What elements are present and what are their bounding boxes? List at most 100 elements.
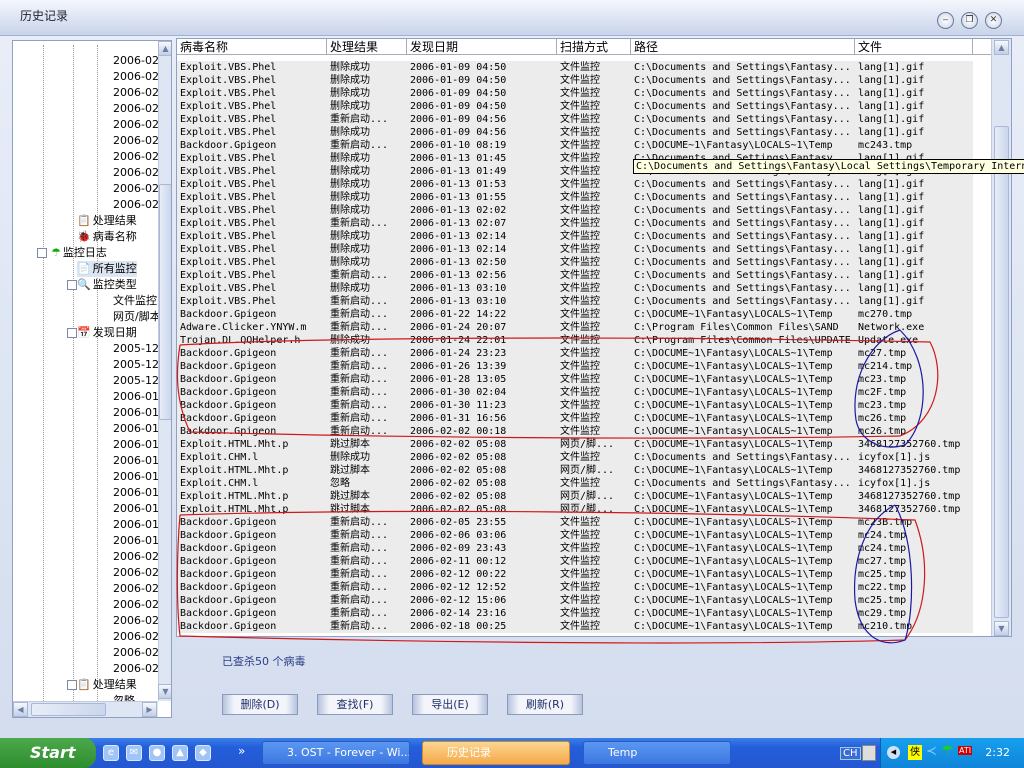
scroll-right-icon[interactable]: ▶ — [142, 702, 157, 717]
tree-node[interactable]: 2006-02 — [113, 597, 158, 613]
table-row[interactable]: Backdoor.Gpigeon 重新启动... 2006-01-30 11:23 文… — [177, 399, 973, 412]
tree-node[interactable]: 2006-01 — [113, 517, 158, 533]
table-row[interactable]: Backdoor.Gpigeon 重新启动... 2006-01-10 08:19 文… — [177, 139, 973, 152]
table-row[interactable]: Exploit.CHM.l 忽略 2006-02-02 05:08 文件监控 C:\Do… — [177, 477, 973, 490]
tree-node[interactable]: 2006-02 — [113, 197, 158, 213]
table-row[interactable]: Exploit.VBS.Phel 重新启动... 2006-01-13 02:07 文… — [177, 217, 973, 230]
export-button[interactable]: 导出(E) — [412, 694, 488, 715]
tree-node[interactable]: 2006-02 — [113, 181, 158, 197]
table-row[interactable]: Exploit.CHM.l 删除成功 2006-02-02 05:08 文件监控 C:\… — [177, 451, 973, 464]
tray-umbrella-icon[interactable]: ☂ — [941, 743, 954, 759]
task-history[interactable]: 历史记录 — [422, 741, 570, 765]
table-row[interactable]: Backdoor.Gpigeon 重新启动... 2006-02-18 00:25 文… — [177, 620, 973, 633]
tree-node[interactable]: 2006-02 — [113, 581, 158, 597]
table-row[interactable]: Exploit.VBS.Phel 删除成功 2006-01-09 04:50 文件监控… — [177, 61, 973, 74]
table-row[interactable]: Backdoor.Gpigeon 重新启动... 2006-02-12 12:52 文… — [177, 581, 973, 594]
tree-node[interactable]: 2006-02 — [113, 85, 158, 101]
tree-node[interactable]: 2006-02 — [113, 549, 158, 565]
table-row[interactable]: Backdoor.Gpigeon 重新启动... 2006-01-31 16:56 文… — [177, 412, 973, 425]
tree-vertical-scrollbar[interactable]: ▲ ▼ — [158, 41, 171, 701]
table-row[interactable]: Backdoor.Gpigeon 重新启动... 2006-01-26 13:39 文… — [177, 360, 973, 373]
close-button[interactable]: ✕ — [985, 12, 1002, 29]
task-ost-forever[interactable]: 3. OST - Forever - Wi... — [262, 741, 410, 765]
table-row[interactable]: Exploit.VBS.Phel 删除成功 2006-01-13 01:55 文件监控… — [177, 191, 973, 204]
table-row[interactable]: Exploit.VBS.Phel 删除成功 2006-01-13 03:10 文件监控… — [177, 282, 973, 295]
tree-horizontal-scrollbar[interactable]: ◀ ▶ — [13, 701, 158, 717]
table-row[interactable]: Exploit.VBS.Phel 删除成功 2006-01-13 02:02 文件监控… — [177, 204, 973, 217]
tree-node[interactable]: 2006-02 — [113, 565, 158, 581]
refresh-button[interactable]: 刷新(R) — [507, 694, 583, 715]
tree-node[interactable]: 🔍 监控类型 — [77, 277, 137, 293]
tree-node[interactable]: 2006-01 — [113, 501, 158, 517]
tree-node[interactable]: 2005-12 — [113, 373, 158, 389]
tree-node[interactable]: 2006-02 — [113, 629, 158, 645]
table-row[interactable]: Exploit.VBS.Phel 删除成功 2006-01-13 01:53 文件监控… — [177, 178, 973, 191]
column-header[interactable]: 病毒名称 — [177, 39, 327, 55]
tree-node[interactable]: 2006-02 — [113, 661, 158, 677]
table-row[interactable]: Exploit.VBS.Phel 重新启动... 2006-01-13 03:10 文… — [177, 295, 973, 308]
table-row[interactable]: Exploit.HTML.Mht.p 跳过脚本 2006-02-02 05:08 网页… — [177, 438, 973, 451]
tree-node[interactable]: 2005-12 — [113, 341, 158, 357]
tray-app-icon[interactable]: 侠 — [908, 745, 922, 760]
tree-node[interactable]: 2006-01 — [113, 533, 158, 549]
table-row[interactable]: Exploit.VBS.Phel 重新启动... 2006-01-09 04:56 文… — [177, 113, 973, 126]
tree-node[interactable]: ☂ 监控日志 — [51, 245, 107, 261]
scroll-left-icon[interactable]: ◀ — [13, 702, 28, 717]
tree-node[interactable]: 2006-02 — [113, 133, 158, 149]
collapse-toggle[interactable] — [67, 280, 77, 290]
collapse-toggle[interactable] — [67, 328, 77, 338]
ie-icon[interactable]: e — [103, 745, 119, 761]
tree-node[interactable]: 2006-02 — [113, 613, 158, 629]
tree-node[interactable]: 文件监控 — [113, 293, 157, 309]
tree-node[interactable]: 📋 处理结果 — [77, 677, 137, 693]
table-row[interactable]: Exploit.HTML.Mht.p 跳过脚本 2006-02-02 05:08 网页… — [177, 464, 973, 477]
scroll-up-icon[interactable]: ▲ — [158, 41, 171, 56]
tree-node[interactable]: 📋 处理结果 — [77, 213, 137, 229]
collapse-toggle[interactable] — [37, 248, 47, 258]
tree-node[interactable]: 2006-02 — [113, 645, 158, 661]
table-row[interactable]: Exploit.VBS.Phel 删除成功 2006-01-13 02:14 文件监控… — [177, 230, 973, 243]
scroll-down-icon[interactable]: ▼ — [158, 684, 171, 699]
title-bar[interactable]: 历史记录 ‒ ❐ ✕ — [0, 0, 1024, 36]
restore-button[interactable]: ❐ — [961, 12, 978, 29]
column-header[interactable]: 路径 — [631, 39, 855, 55]
quicklaunch-more-button[interactable]: » — [238, 744, 245, 758]
tree-node[interactable]: 📄 所有监控 — [77, 261, 137, 277]
tray-bird-icon[interactable]: ≺ — [926, 744, 937, 759]
table-row[interactable]: Backdoor.Gpigeon 重新启动... 2006-02-05 23:55 文… — [177, 516, 973, 529]
ime-indicator[interactable]: CH — [840, 747, 861, 760]
table-row[interactable]: Backdoor.Gpigeon 重新启动... 2006-01-22 14:22 文… — [177, 308, 973, 321]
table-row[interactable]: Backdoor.Gpigeon 重新启动... 2006-02-02 00:18 文… — [177, 425, 973, 438]
find-button[interactable]: 查找(F) — [317, 694, 393, 715]
globe-icon[interactable]: ● — [149, 745, 165, 761]
tree-node[interactable]: 2006-01 — [113, 421, 158, 437]
tree-node[interactable]: 🐞 病毒名称 — [77, 229, 137, 245]
table-row[interactable]: Trojan.DL.QQHelper.h 删除成功 2006-01-24 22:01… — [177, 334, 973, 347]
table-row[interactable]: Exploit.VBS.Phel 删除成功 2006-01-13 02:14 文件监控… — [177, 243, 973, 256]
tree-node[interactable]: 网页/脚本监控 — [113, 309, 158, 325]
table-row[interactable]: Backdoor.Gpigeon 重新启动... 2006-02-11 00:12 文… — [177, 555, 973, 568]
column-header[interactable]: 处理结果 — [327, 39, 407, 55]
tree-node[interactable]: 2006-02 — [113, 53, 158, 69]
tree-node[interactable]: 2005-12 — [113, 357, 158, 373]
tree-node[interactable]: 忽略 — [113, 693, 135, 701]
table-vertical-scrollbar[interactable]: ▲ ▼ — [991, 39, 1011, 636]
tree-node[interactable]: 2006-01 — [113, 389, 158, 405]
tree-node[interactable]: 2006-02 — [113, 69, 158, 85]
table-row[interactable]: Backdoor.Gpigeon 重新启动... 2006-02-12 15:06 文… — [177, 594, 973, 607]
tray-expand-icon[interactable]: ◀ — [887, 746, 900, 759]
tree-node[interactable]: 2006-02 — [113, 165, 158, 181]
table-row[interactable]: Backdoor.Gpigeon 重新启动... 2006-01-30 02:04 文… — [177, 386, 973, 399]
table-row[interactable]: Backdoor.Gpigeon 重新启动... 2006-01-28 13:05 文… — [177, 373, 973, 386]
start-button[interactable]: Start — [0, 738, 96, 768]
table-row[interactable]: Adware.Clicker.YNYW.m 重新启动... 2006-01-24 2… — [177, 321, 973, 334]
table-row[interactable]: Exploit.VBS.Phel 删除成功 2006-01-09 04:50 文件监控… — [177, 87, 973, 100]
column-header[interactable]: 发现日期 — [407, 39, 557, 55]
table-row[interactable]: Exploit.VBS.Phel 重新启动... 2006-01-13 02:56 文… — [177, 269, 973, 282]
table-row[interactable]: Exploit.HTML.Mht.p 跳过脚本 2006-02-02 05:08 网页… — [177, 490, 973, 503]
scroll-thumb[interactable] — [31, 703, 106, 716]
table-row[interactable]: Backdoor.Gpigeon 重新启动... 2006-02-06 03:06 文… — [177, 529, 973, 542]
table-row[interactable]: Exploit.VBS.Phel 删除成功 2006-01-09 04:50 文件监控… — [177, 100, 973, 113]
minimize-button[interactable]: ‒ — [937, 12, 954, 29]
column-header[interactable]: 扫描方式 — [557, 39, 631, 55]
